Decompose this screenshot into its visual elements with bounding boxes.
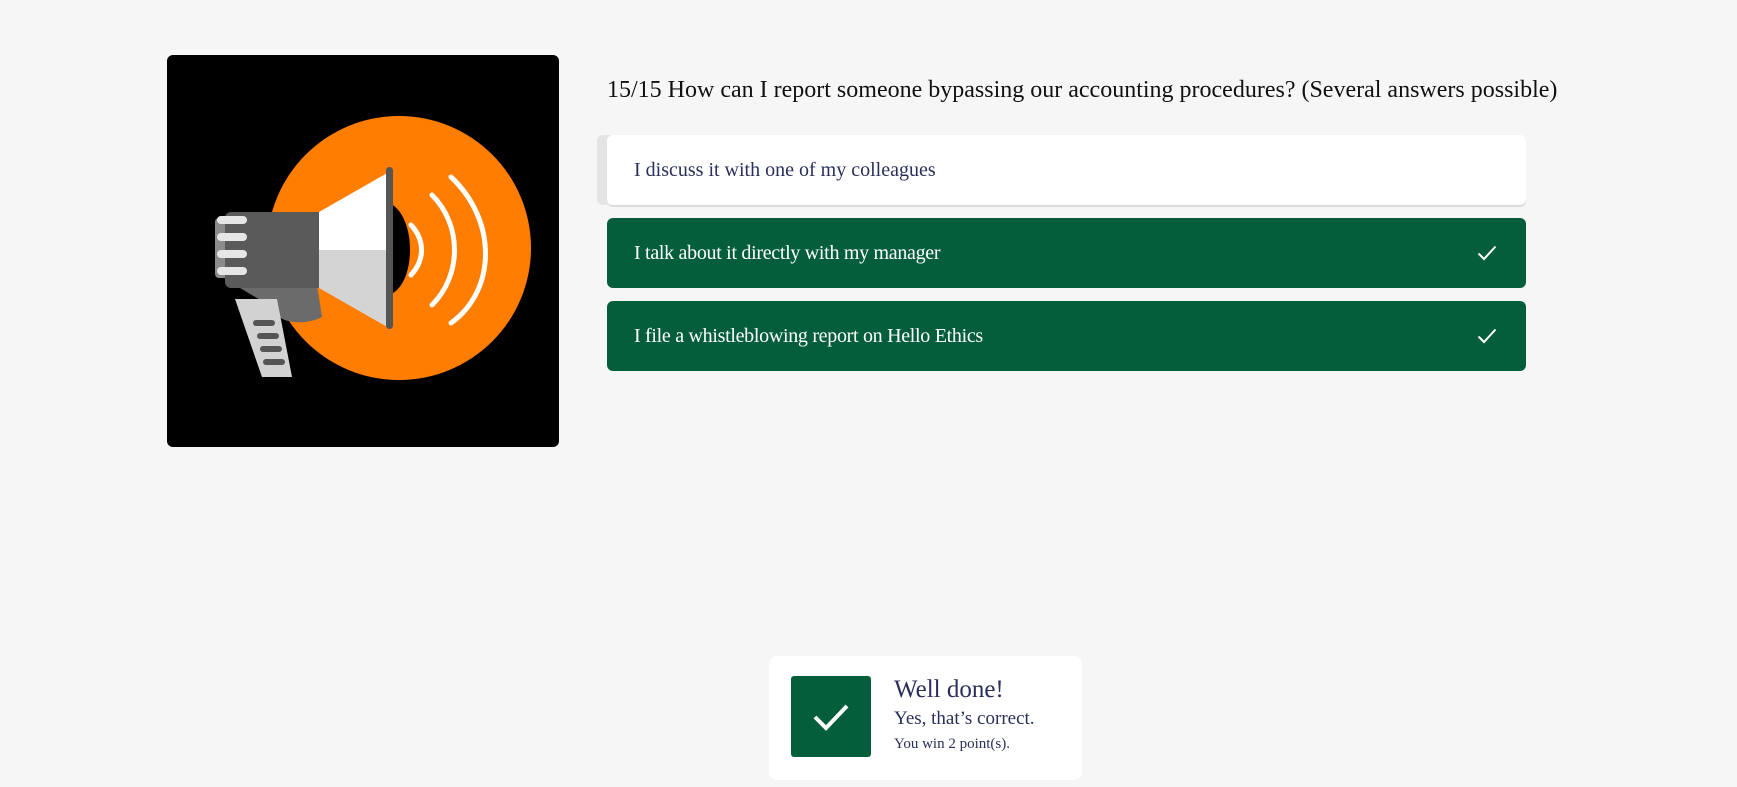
question-text: 15/15 How can I report someone bypassing… [607,77,1558,103]
feedback-title: Well done! [894,676,1004,703]
megaphone-icon [215,116,531,380]
feedback-subtitle: Yes, that’s correct. [894,708,1035,729]
feedback-texts: Well done! Yes, that’s correct. You win … [894,674,1035,755]
feedback-card: Well done! Yes, that’s correct. You win … [769,656,1082,780]
answer-label: I file a whistleblowing report on Hello … [634,324,983,347]
check-icon [1475,241,1499,265]
question-illustration [167,55,559,447]
success-check-icon [791,676,871,757]
answer-list: I discuss it with one of my colleagues I… [607,135,1526,384]
feedback-points: You win 2 point(s). [894,736,1010,752]
answer-option-colleagues[interactable]: I discuss it with one of my colleagues [607,135,1526,205]
quiz-page: 15/15 How can I report someone bypassing… [0,0,1737,787]
answer-option-manager[interactable]: I talk about it directly with my manager [607,218,1526,288]
answer-label: I discuss it with one of my colleagues [634,158,936,181]
check-icon [1475,324,1499,348]
answer-option-hello-ethics[interactable]: I file a whistleblowing report on Hello … [607,301,1526,371]
answer-label: I talk about it directly with my manager [634,241,941,264]
